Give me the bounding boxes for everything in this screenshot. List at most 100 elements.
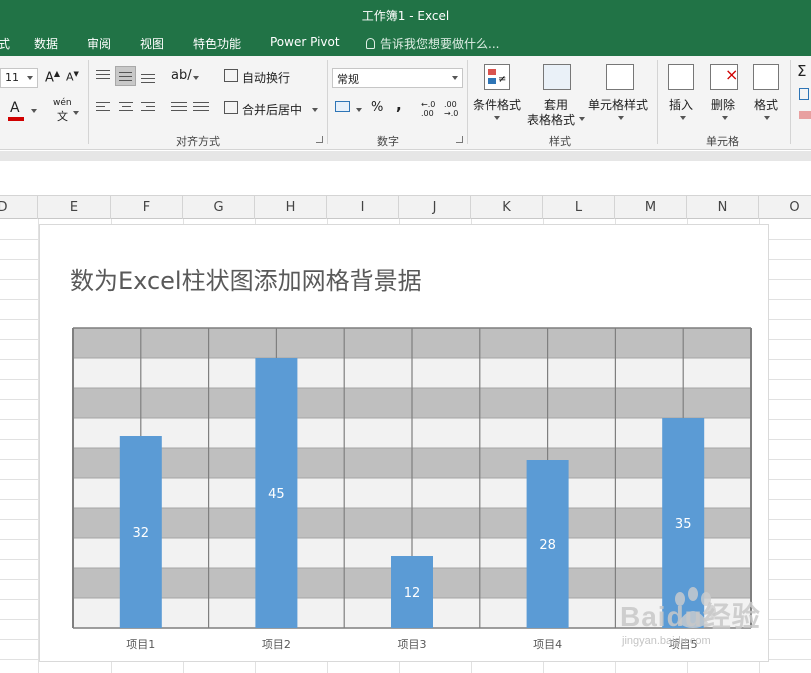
alignment-launcher-icon[interactable] xyxy=(316,136,323,143)
insert-button[interactable]: 插入 xyxy=(669,96,693,113)
tell-me-box[interactable]: 告诉我您想要做什么... xyxy=(366,35,499,52)
comma-button[interactable]: , xyxy=(396,96,402,114)
accounting-icon[interactable] xyxy=(335,101,350,112)
bar-data-label: 12 xyxy=(404,586,421,601)
cell-styles-icon xyxy=(606,64,634,90)
increase-indent-icon[interactable] xyxy=(193,102,209,114)
phonetic-icon[interactable]: wén xyxy=(53,98,72,108)
format-dropdown-icon[interactable] xyxy=(764,116,770,120)
lightbulb-icon xyxy=(366,38,375,49)
styles-group-label: 样式 xyxy=(549,135,571,148)
delete-cells-icon: × xyxy=(710,64,738,90)
align-top-icon[interactable] xyxy=(96,70,110,82)
ribbon-tabs: 式 数据 审阅 视图 特色功能 Power Pivot 告诉我您想要做什么... xyxy=(0,30,811,56)
align-center-icon[interactable] xyxy=(119,102,133,114)
tab-special[interactable]: 特色功能 xyxy=(193,35,241,52)
x-tick-label: 项目3 xyxy=(398,638,427,651)
x-tick-label: 项目2 xyxy=(262,638,291,651)
accounting-dropdown-icon[interactable] xyxy=(356,108,362,112)
tab-formulas[interactable]: 式 xyxy=(0,35,10,52)
cell-styles-button[interactable]: 单元格样式 xyxy=(588,96,648,113)
decrease-decimal-icon[interactable]: .00 →.0 xyxy=(444,100,458,118)
ribbon-bottom-edge xyxy=(0,151,811,161)
column-header-n[interactable]: N xyxy=(687,196,759,219)
tab-data[interactable]: 数据 xyxy=(34,35,58,52)
title-bar: 工作簿1 - Excel xyxy=(0,0,811,30)
column-header-f[interactable]: F xyxy=(111,196,183,219)
phonetic-label: wén xyxy=(53,98,72,108)
tab-review[interactable]: 审阅 xyxy=(87,35,111,52)
wrap-text-button[interactable]: 自动换行 xyxy=(242,69,290,86)
column-headers: D E F G H I J K L M N O xyxy=(0,196,811,219)
format-cells-icon xyxy=(753,64,779,90)
cell-styles-dropdown-icon[interactable] xyxy=(618,116,624,120)
column-header-h[interactable]: H xyxy=(255,196,327,219)
x-tick-label: 项目4 xyxy=(533,638,562,651)
font-size-value: 11 xyxy=(5,71,19,84)
column-header-o[interactable]: O xyxy=(759,196,811,219)
decrease-font-icon[interactable]: A▼ xyxy=(66,70,79,84)
tab-view[interactable]: 视图 xyxy=(140,35,164,52)
watermark-url: jingyan.baidu.com xyxy=(622,635,711,647)
column-header-i[interactable]: I xyxy=(327,196,399,219)
font-color-swatch xyxy=(8,117,24,121)
number-format-value: 常规 xyxy=(337,73,359,86)
phonetic-char: 文 xyxy=(57,110,68,123)
baidu-watermark: Baidu经验 jingyan.baidu.com xyxy=(620,585,800,665)
align-right-icon[interactable] xyxy=(141,102,155,114)
format-as-table-dropdown-icon[interactable] xyxy=(579,117,585,121)
phonetic-dropdown-icon[interactable] xyxy=(73,111,79,115)
column-header-m[interactable]: M xyxy=(615,196,687,219)
format-as-table-icon xyxy=(543,64,571,90)
bar-data-label: 45 xyxy=(268,487,285,502)
format-as-table-line2[interactable]: 表格格式 xyxy=(527,111,575,128)
watermark-text: Baidu经验 xyxy=(620,601,761,632)
font-color-dropdown-icon[interactable] xyxy=(31,109,37,113)
column-header-l[interactable]: L xyxy=(543,196,615,219)
conditional-format-icon: ≠ xyxy=(484,64,510,90)
conditional-format-button[interactable]: 条件格式 xyxy=(473,96,521,113)
increase-font-icon[interactable]: A▲ xyxy=(45,69,60,85)
separator xyxy=(657,60,658,144)
fill-icon[interactable] xyxy=(799,88,809,100)
orientation-icon[interactable]: ab/ xyxy=(171,68,192,83)
delete-dropdown-icon[interactable] xyxy=(722,116,728,120)
column-header-j[interactable]: J xyxy=(399,196,471,219)
font-color-icon[interactable]: A xyxy=(10,100,20,116)
alignment-group-label: 对齐方式 xyxy=(176,135,220,148)
percent-button[interactable]: % xyxy=(371,100,383,115)
bar-data-label: 28 xyxy=(539,538,556,553)
tab-power-pivot[interactable]: Power Pivot xyxy=(270,35,340,49)
orientation-dropdown-icon[interactable] xyxy=(193,76,199,80)
separator xyxy=(88,60,89,144)
bar-data-label: 32 xyxy=(133,526,150,541)
delete-button[interactable]: 删除 xyxy=(711,96,735,113)
align-left-icon[interactable] xyxy=(96,102,110,114)
column-header-e[interactable]: E xyxy=(38,196,111,219)
font-size-select[interactable]: 11 xyxy=(0,68,38,88)
window-title: 工作簿1 - Excel xyxy=(361,9,450,23)
format-button[interactable]: 格式 xyxy=(754,96,778,113)
x-tick-label: 项目1 xyxy=(126,638,155,651)
tell-me-text: 告诉我您想要做什么... xyxy=(380,37,500,51)
column-header-g[interactable]: G xyxy=(183,196,255,219)
align-bottom-icon[interactable] xyxy=(141,74,155,86)
number-format-select[interactable]: 常规 xyxy=(332,68,463,88)
wrap-text-icon xyxy=(224,69,238,82)
decrease-indent-icon[interactable] xyxy=(171,102,187,114)
clear-icon[interactable] xyxy=(799,111,811,119)
formula-bar[interactable] xyxy=(0,161,811,196)
increase-decimal-icon[interactable]: ←.0.00 xyxy=(421,100,435,118)
column-header-k[interactable]: K xyxy=(471,196,543,219)
merge-center-button[interactable]: 合并后居中 xyxy=(242,101,302,118)
bar-data-label: 35 xyxy=(675,517,692,532)
column-header-d[interactable]: D xyxy=(0,196,38,219)
autosum-icon[interactable]: Σ xyxy=(797,62,806,80)
conditional-format-dropdown-icon[interactable] xyxy=(494,116,500,120)
separator xyxy=(790,60,791,144)
cells-group-label: 单元格 xyxy=(706,135,739,148)
merge-dropdown-icon[interactable] xyxy=(312,108,318,112)
number-launcher-icon[interactable] xyxy=(456,136,463,143)
insert-dropdown-icon[interactable] xyxy=(680,116,686,120)
number-group-label: 数字 xyxy=(377,135,399,148)
